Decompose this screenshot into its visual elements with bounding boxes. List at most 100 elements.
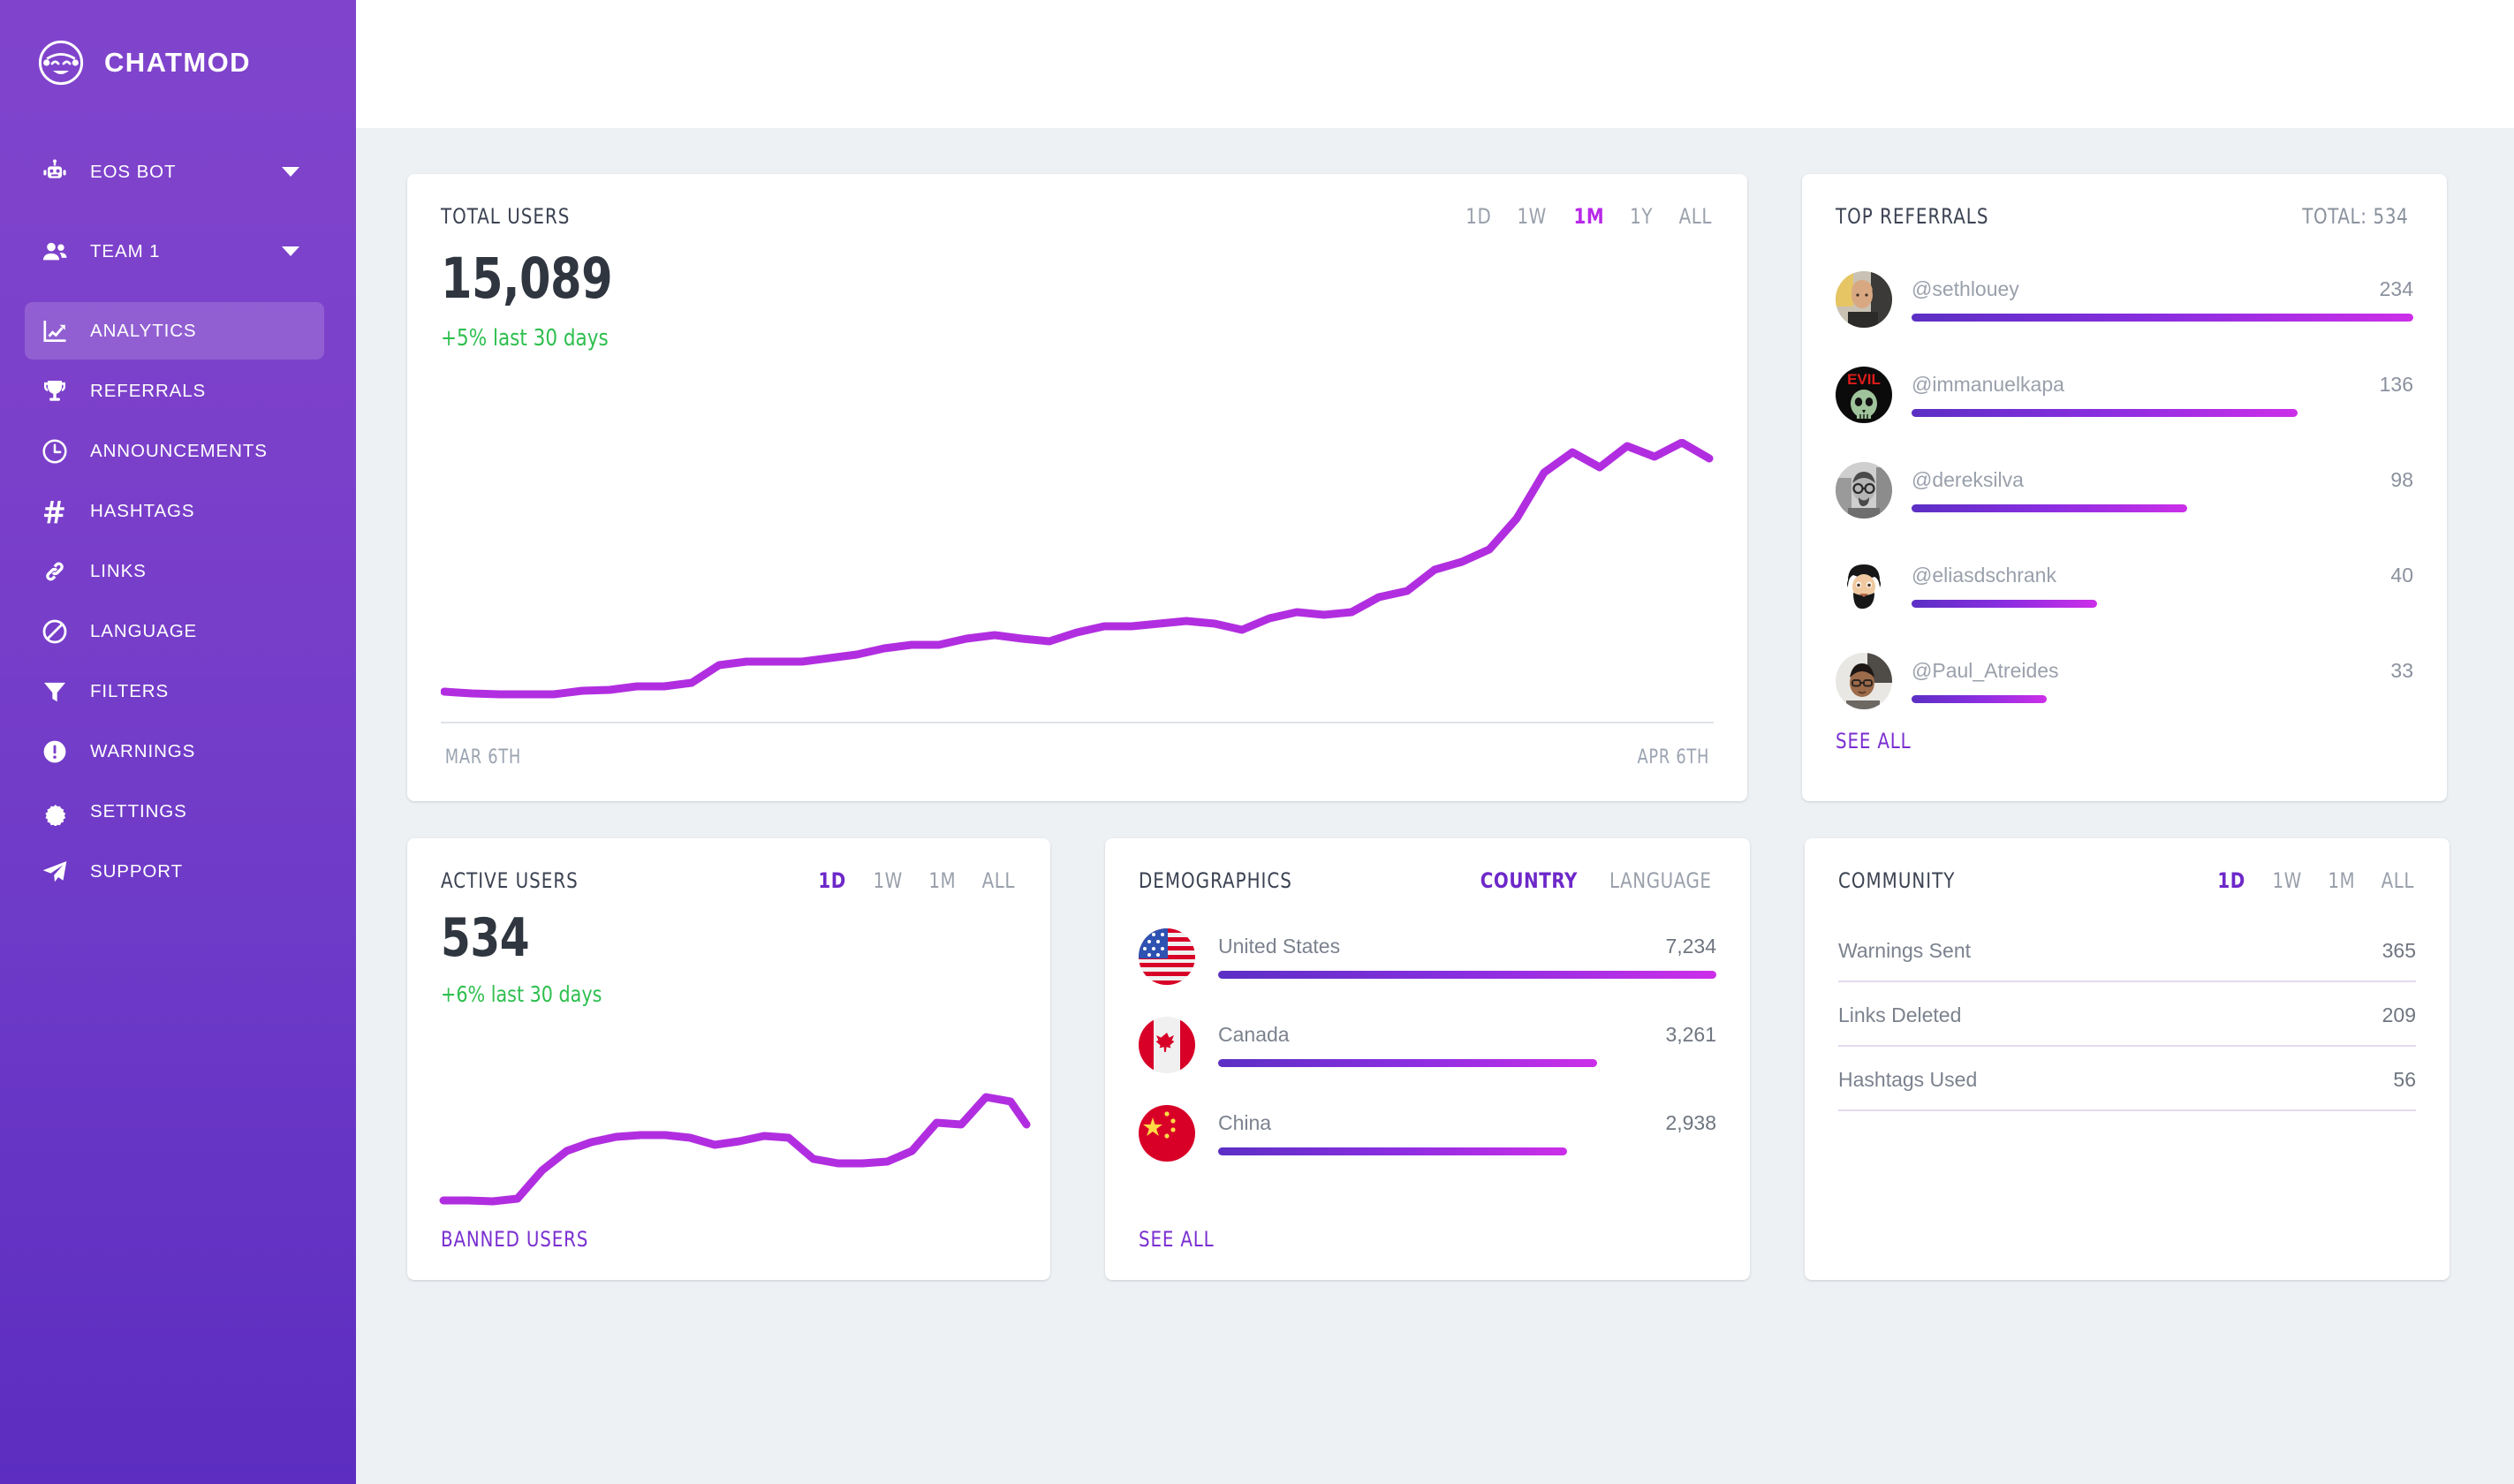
- demographics-title: DEMOGRAPHICS: [1139, 868, 1292, 893]
- stat-name: Links Deleted: [1838, 1003, 1962, 1026]
- stat-name: Hashtags Used: [1838, 1068, 1978, 1091]
- range-all[interactable]: ALL: [982, 868, 1015, 893]
- chevron-down-icon[interactable]: [282, 167, 299, 177]
- sidebar-item-support[interactable]: SUPPORT: [25, 843, 324, 900]
- range-1m[interactable]: 1M: [928, 868, 956, 893]
- chevron-down-icon[interactable]: [282, 246, 299, 256]
- range-all[interactable]: ALL: [2381, 868, 2414, 893]
- country-name: Canada: [1218, 1023, 1290, 1046]
- community-list: Warnings Sent 365 Links Deleted 209 Hash…: [1838, 918, 2416, 1111]
- sidebar: CHATMOD EOS BOT TEAM 1 ANALYTICS REFERRA…: [0, 0, 356, 1484]
- progress-track: [1218, 971, 1716, 979]
- referral-name: @dereksilva: [1912, 468, 2024, 491]
- list-item-body: @dereksilva 98: [1912, 468, 2413, 512]
- sidebar-item-language[interactable]: LANGUAGE: [25, 602, 324, 660]
- range-1d[interactable]: 1D: [819, 868, 846, 893]
- sidebar-item-analytics[interactable]: ANALYTICS: [25, 302, 324, 360]
- list-item[interactable]: @Paul_Atreides 33: [1836, 633, 2413, 729]
- range-1y[interactable]: 1Y: [1630, 204, 1653, 229]
- progress-track: [1912, 600, 2413, 608]
- range-1w[interactable]: 1W: [873, 868, 902, 893]
- demographics-header: DEMOGRAPHICS COUNTRY LANGUAGE: [1139, 868, 1716, 893]
- sidebar-item-filters[interactable]: FILTERS: [25, 662, 324, 720]
- list-item-body: @immanuelkapa 136: [1912, 373, 2413, 417]
- avatar: [1836, 462, 1892, 519]
- list-item[interactable]: @eliasdschrank 40: [1836, 538, 2413, 633]
- progress-track: [1912, 504, 2413, 512]
- range-1w[interactable]: 1W: [1518, 204, 1547, 229]
- active-users-range-selector: 1D 1W 1M ALL: [817, 868, 1017, 893]
- sidebar-item-label: REFERRALS: [90, 380, 207, 401]
- total-users-header: TOTAL USERS 1D 1W 1M 1Y ALL: [441, 204, 1714, 229]
- sidebar-item-warnings[interactable]: WARNINGS: [25, 723, 324, 780]
- sidebar-selector-team-1[interactable]: TEAM 1: [25, 223, 324, 280]
- list-item-row: Canada 3,261: [1218, 1023, 1716, 1047]
- active-users-delta: +6% last 30 days: [441, 981, 602, 1007]
- sidebar-item-announcements[interactable]: ANNOUNCEMENTS: [25, 422, 324, 480]
- people-icon: [39, 236, 71, 268]
- list-item[interactable]: @dereksilva 98: [1836, 443, 2413, 538]
- list-item[interactable]: China 2,938: [1139, 1089, 1716, 1177]
- range-1m[interactable]: 1M: [1573, 204, 1604, 229]
- top-referrals-see-all-link[interactable]: SEE ALL: [1836, 729, 1912, 753]
- list-item[interactable]: @sethlouey 234: [1836, 252, 2413, 347]
- dashboard-content: TOTAL USERS 1D 1W 1M 1Y ALL 15,089 +5% l…: [356, 128, 2514, 1484]
- top-referrals-card: TOP REFERRALS TOTAL: 534 @sethlouey 234 …: [1802, 174, 2447, 801]
- list-item-body: China 2,938: [1218, 1111, 1716, 1155]
- funnel-icon: [39, 676, 71, 708]
- active-users-title: ACTIVE USERS: [441, 868, 579, 893]
- svg-text:EVIL: EVIL: [1847, 371, 1881, 388]
- trophy-icon: [39, 375, 71, 407]
- clock-icon: [39, 435, 71, 467]
- country-value: 2,938: [1665, 1111, 1716, 1134]
- banned-users-link[interactable]: BANNED USERS: [441, 1227, 588, 1252]
- paper-plane-icon: [39, 856, 71, 888]
- referral-value: 40: [2390, 564, 2413, 587]
- country-name: China: [1218, 1111, 1272, 1134]
- list-item-body: @Paul_Atreides 33: [1912, 659, 2413, 703]
- referral-name: @Paul_Atreides: [1912, 659, 2059, 682]
- topbar: [356, 0, 2514, 128]
- avatar: EVIL: [1836, 367, 1892, 423]
- referral-value: 234: [2379, 277, 2413, 300]
- sidebar-item-hashtags[interactable]: HASHTAGS: [25, 482, 324, 540]
- referral-name: @eliasdschrank: [1912, 564, 2056, 587]
- list-item-body: @eliasdschrank 40: [1912, 564, 2413, 608]
- progress-bar: [1912, 409, 2298, 417]
- list-item-body: Canada 3,261: [1218, 1023, 1716, 1067]
- top-referrals-total: TOTAL: 534: [2302, 204, 2409, 229]
- range-1w[interactable]: 1W: [2272, 868, 2301, 893]
- referral-value: 33: [2390, 659, 2413, 682]
- top-referrals-title: TOP REFERRALS: [1836, 204, 1989, 229]
- demographics-see-all-link[interactable]: SEE ALL: [1139, 1227, 1215, 1252]
- country-value: 7,234: [1665, 935, 1716, 958]
- range-1m[interactable]: 1M: [2328, 868, 2355, 893]
- list-item[interactable]: United States 7,234: [1139, 912, 1716, 1001]
- range-1d[interactable]: 1D: [2218, 868, 2245, 893]
- tab-language[interactable]: LANGUAGE: [1609, 868, 1712, 893]
- progress-bar: [1218, 971, 1716, 979]
- sidebar-selector-eos-bot[interactable]: EOS BOT: [25, 143, 324, 201]
- chart-axis-line: [441, 722, 1714, 723]
- list-item-row: China 2,938: [1218, 1111, 1716, 1135]
- sidebar-item-referrals[interactable]: REFERRALS: [25, 362, 324, 420]
- sidebar-item-settings[interactable]: SETTINGS: [25, 783, 324, 840]
- range-1d[interactable]: 1D: [1465, 204, 1491, 229]
- page-title: TOTAL USERS: [441, 204, 571, 229]
- list-item[interactable]: EVIL @immanuelkapa 136: [1836, 347, 2413, 443]
- brand[interactable]: CHATMOD: [0, 19, 356, 106]
- range-all[interactable]: ALL: [1679, 204, 1712, 229]
- sidebar-item-links[interactable]: LINKS: [25, 542, 324, 600]
- robot-logo-icon: [37, 39, 85, 87]
- stat-name: Warnings Sent: [1838, 939, 1971, 962]
- date-start: MAR 6TH: [444, 746, 522, 768]
- active-users-card: ACTIVE USERS 1D 1W 1M ALL 534 +6% last 3…: [407, 838, 1050, 1280]
- table-row: Links Deleted 209: [1838, 982, 2416, 1047]
- community-range-selector: 1D 1W 1M ALL: [2216, 868, 2416, 893]
- list-item[interactable]: Canada 3,261: [1139, 1001, 1716, 1089]
- total-users-card: TOTAL USERS 1D 1W 1M 1Y ALL 15,089 +5% l…: [407, 174, 1747, 801]
- country-name: United States: [1218, 935, 1341, 958]
- tab-country[interactable]: COUNTRY: [1480, 868, 1578, 893]
